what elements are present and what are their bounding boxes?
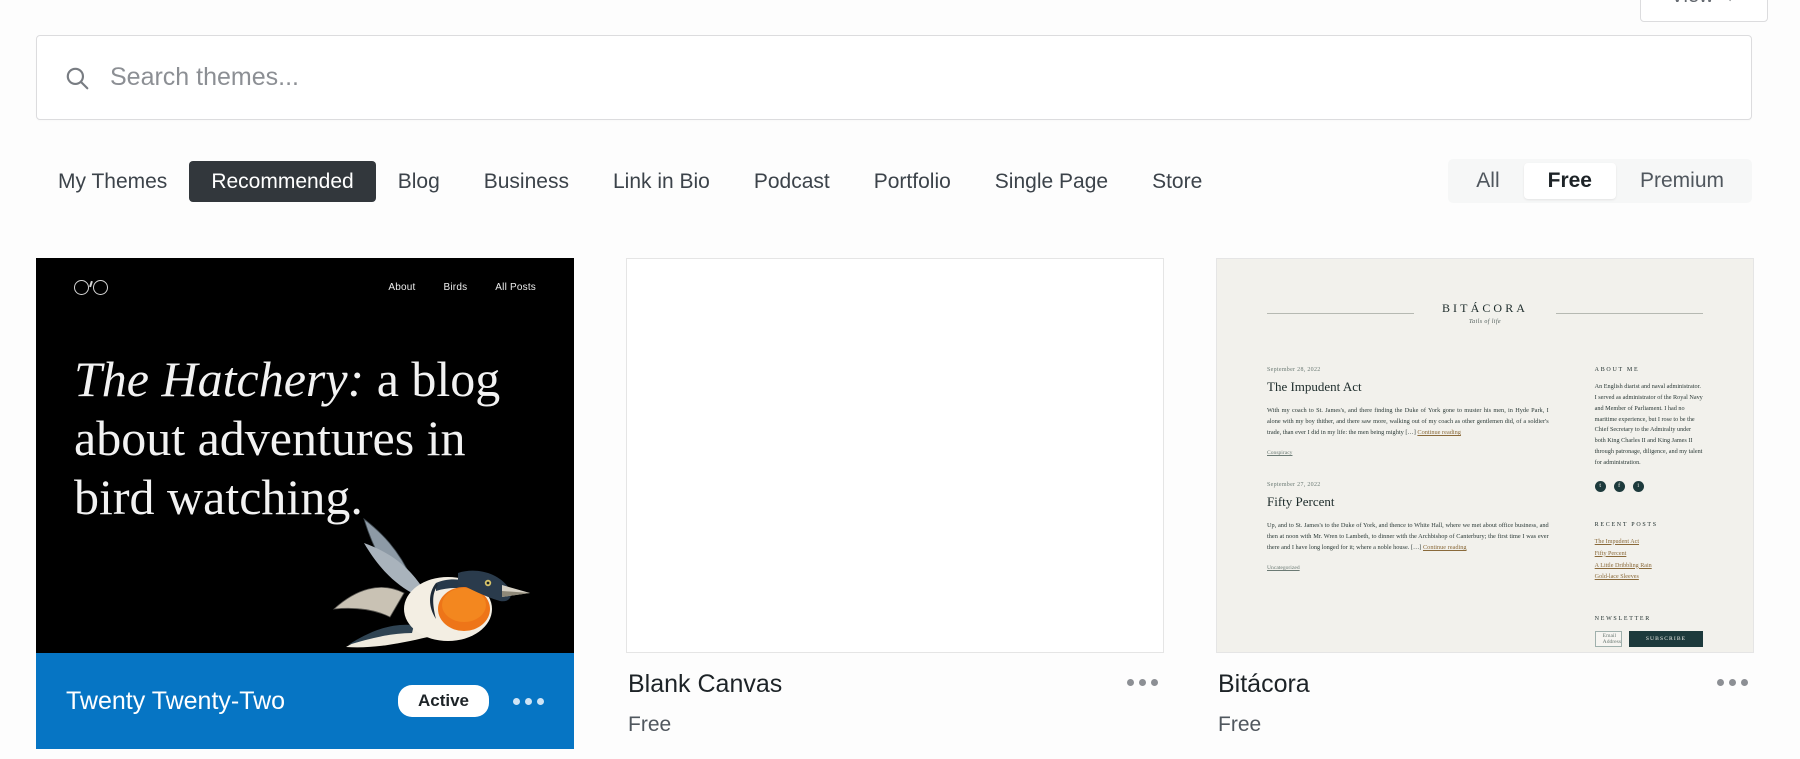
preview-nav-all-posts: All Posts [495,282,536,293]
facebook-icon[interactable]: f [1613,480,1625,492]
recent-posts-heading: RECENT POSTS [1594,521,1658,528]
theme-name: Twenty Twenty-Two [66,686,286,715]
price-filter-premium[interactable]: Premium [1616,163,1748,199]
price-filter-group: All Free Premium [1448,159,1752,203]
preview-sidebar: ABOUT ME An English diarist and naval ad… [1594,367,1703,648]
tab-business[interactable]: Business [462,161,591,202]
preview-nav: About Birds All Posts [36,280,574,295]
tab-portfolio[interactable]: Portfolio [852,161,973,202]
ellipsis-icon[interactable] [513,697,544,705]
post-date: September 27, 2022 [1267,482,1321,489]
search-bar[interactable] [36,35,1752,120]
preview-post-1: September 28, 2022 The Impudent Act With… [1267,367,1549,456]
theme-card-bitacora[interactable]: BITÁCORA Tails of life September 28, 202… [1216,258,1754,749]
post-title: The Impudent Act [1267,379,1362,394]
view-dropdown-button[interactable]: View ▼ [1640,0,1768,22]
bird-illustration [332,517,530,648]
price-filter-all[interactable]: All [1452,163,1523,199]
preview-tagline: Tails of life [1469,319,1501,325]
theme-name: Bitácora [1218,670,1310,698]
status-badge: Active [397,684,489,718]
recent-post-link[interactable]: The Impudent Act [1595,537,1703,549]
post-excerpt: With my coach to St. James's, and there … [1267,405,1549,438]
theme-card-twenty-twenty-two[interactable]: About Birds All Posts The Hatchery: a bl… [36,258,574,749]
instagram-icon[interactable]: i [1632,480,1644,492]
theme-thumbnail[interactable]: BITÁCORA Tails of life September 28, 202… [1216,258,1754,653]
theme-thumbnail[interactable] [626,258,1164,653]
recent-post-link[interactable]: A Little Dribbling Rain [1595,561,1703,573]
theme-card-footer: Bitácora Free [1216,653,1754,737]
preview-post-2: September 27, 2022 Fifty Percent Up, and… [1267,482,1549,571]
newsletter-heading: NEWSLETTER [1594,616,1651,623]
view-dropdown-label: View [1671,0,1714,8]
theme-card-footer: Twenty Twenty-Two Active [36,653,574,749]
theme-name: Blank Canvas [628,670,783,698]
themes-page: View ▼ My Themes Recommended Blog Busine… [0,0,1800,759]
post-title: Fifty Percent [1267,494,1335,510]
twitter-icon[interactable]: t [1594,480,1606,492]
post-category[interactable]: Conspiracy [1267,450,1549,456]
category-tabs: My Themes Recommended Blog Business Link… [36,160,1224,202]
newsletter-widget: NEWSLETTER Email Address SUBSCRIBE [1594,616,1703,648]
post-excerpt-text: Up, and to St. James's to the Duke of Yo… [1267,522,1549,552]
chevron-down-icon: ▼ [1723,0,1738,4]
social-links: t f i [1594,480,1703,492]
preview-posts-column: September 28, 2022 The Impudent Act With… [1267,367,1549,647]
search-icon [66,67,89,89]
post-excerpt: Up, and to St. James's to the Duke of Yo… [1267,520,1549,553]
post-date: September 28, 2022 [1267,367,1321,373]
post-excerpt-text: With my coach to St. James's, and there … [1267,407,1549,437]
filter-bar: My Themes Recommended Blog Business Link… [36,155,1752,207]
tab-my-themes[interactable]: My Themes [36,161,189,202]
preview-nav-birds: Birds [443,282,468,293]
tab-blog[interactable]: Blog [376,161,462,202]
tab-store[interactable]: Store [1130,161,1224,202]
recent-posts-widget: RECENT POSTS The Impudent Act Fifty Perc… [1595,522,1703,585]
tab-podcast[interactable]: Podcast [732,161,852,202]
theme-thumbnail[interactable]: About Birds All Posts The Hatchery: a bl… [36,258,574,653]
continue-reading-link[interactable]: Continue reading [1417,429,1461,436]
tab-single-page[interactable]: Single Page [973,161,1130,202]
theme-price: Free [1218,712,1262,736]
preview-brand: BITÁCORA [1441,301,1529,315]
about-body: An English diarist and naval administrat… [1594,383,1703,466]
rule-right [1556,312,1704,314]
about-heading: ABOUT ME [1594,367,1640,373]
search-input[interactable] [110,63,1751,92]
post-category[interactable]: Uncategorized [1267,565,1549,571]
binoculars-logo-icon [74,280,108,295]
newsletter-subscribe-button[interactable]: SUBSCRIBE [1629,631,1703,648]
recent-post-link[interactable]: Fifty Percent [1595,549,1703,561]
ellipsis-icon[interactable] [1127,679,1158,686]
recent-post-link[interactable]: Gold-lace Sleeves [1595,572,1703,584]
theme-card-footer: Blank Canvas Free [626,653,1164,737]
tab-link-in-bio[interactable]: Link in Bio [591,161,732,202]
preview-heading-italic: The Hatchery: [74,351,365,407]
preview-nav-about: About [388,282,416,293]
theme-card-blank-canvas[interactable]: Blank Canvas Free [626,258,1164,749]
continue-reading-link[interactable]: Continue reading [1423,544,1467,551]
newsletter-email-field[interactable]: Email Address [1594,631,1622,648]
preview-site-header: BITÁCORA Tails of life [1217,301,1753,325]
ellipsis-icon[interactable] [1717,679,1748,686]
rule-left [1267,312,1414,314]
tab-recommended[interactable]: Recommended [189,160,376,202]
price-filter-free[interactable]: Free [1523,163,1616,199]
theme-grid: About Birds All Posts The Hatchery: a bl… [36,258,1764,749]
theme-price: Free [628,712,672,736]
